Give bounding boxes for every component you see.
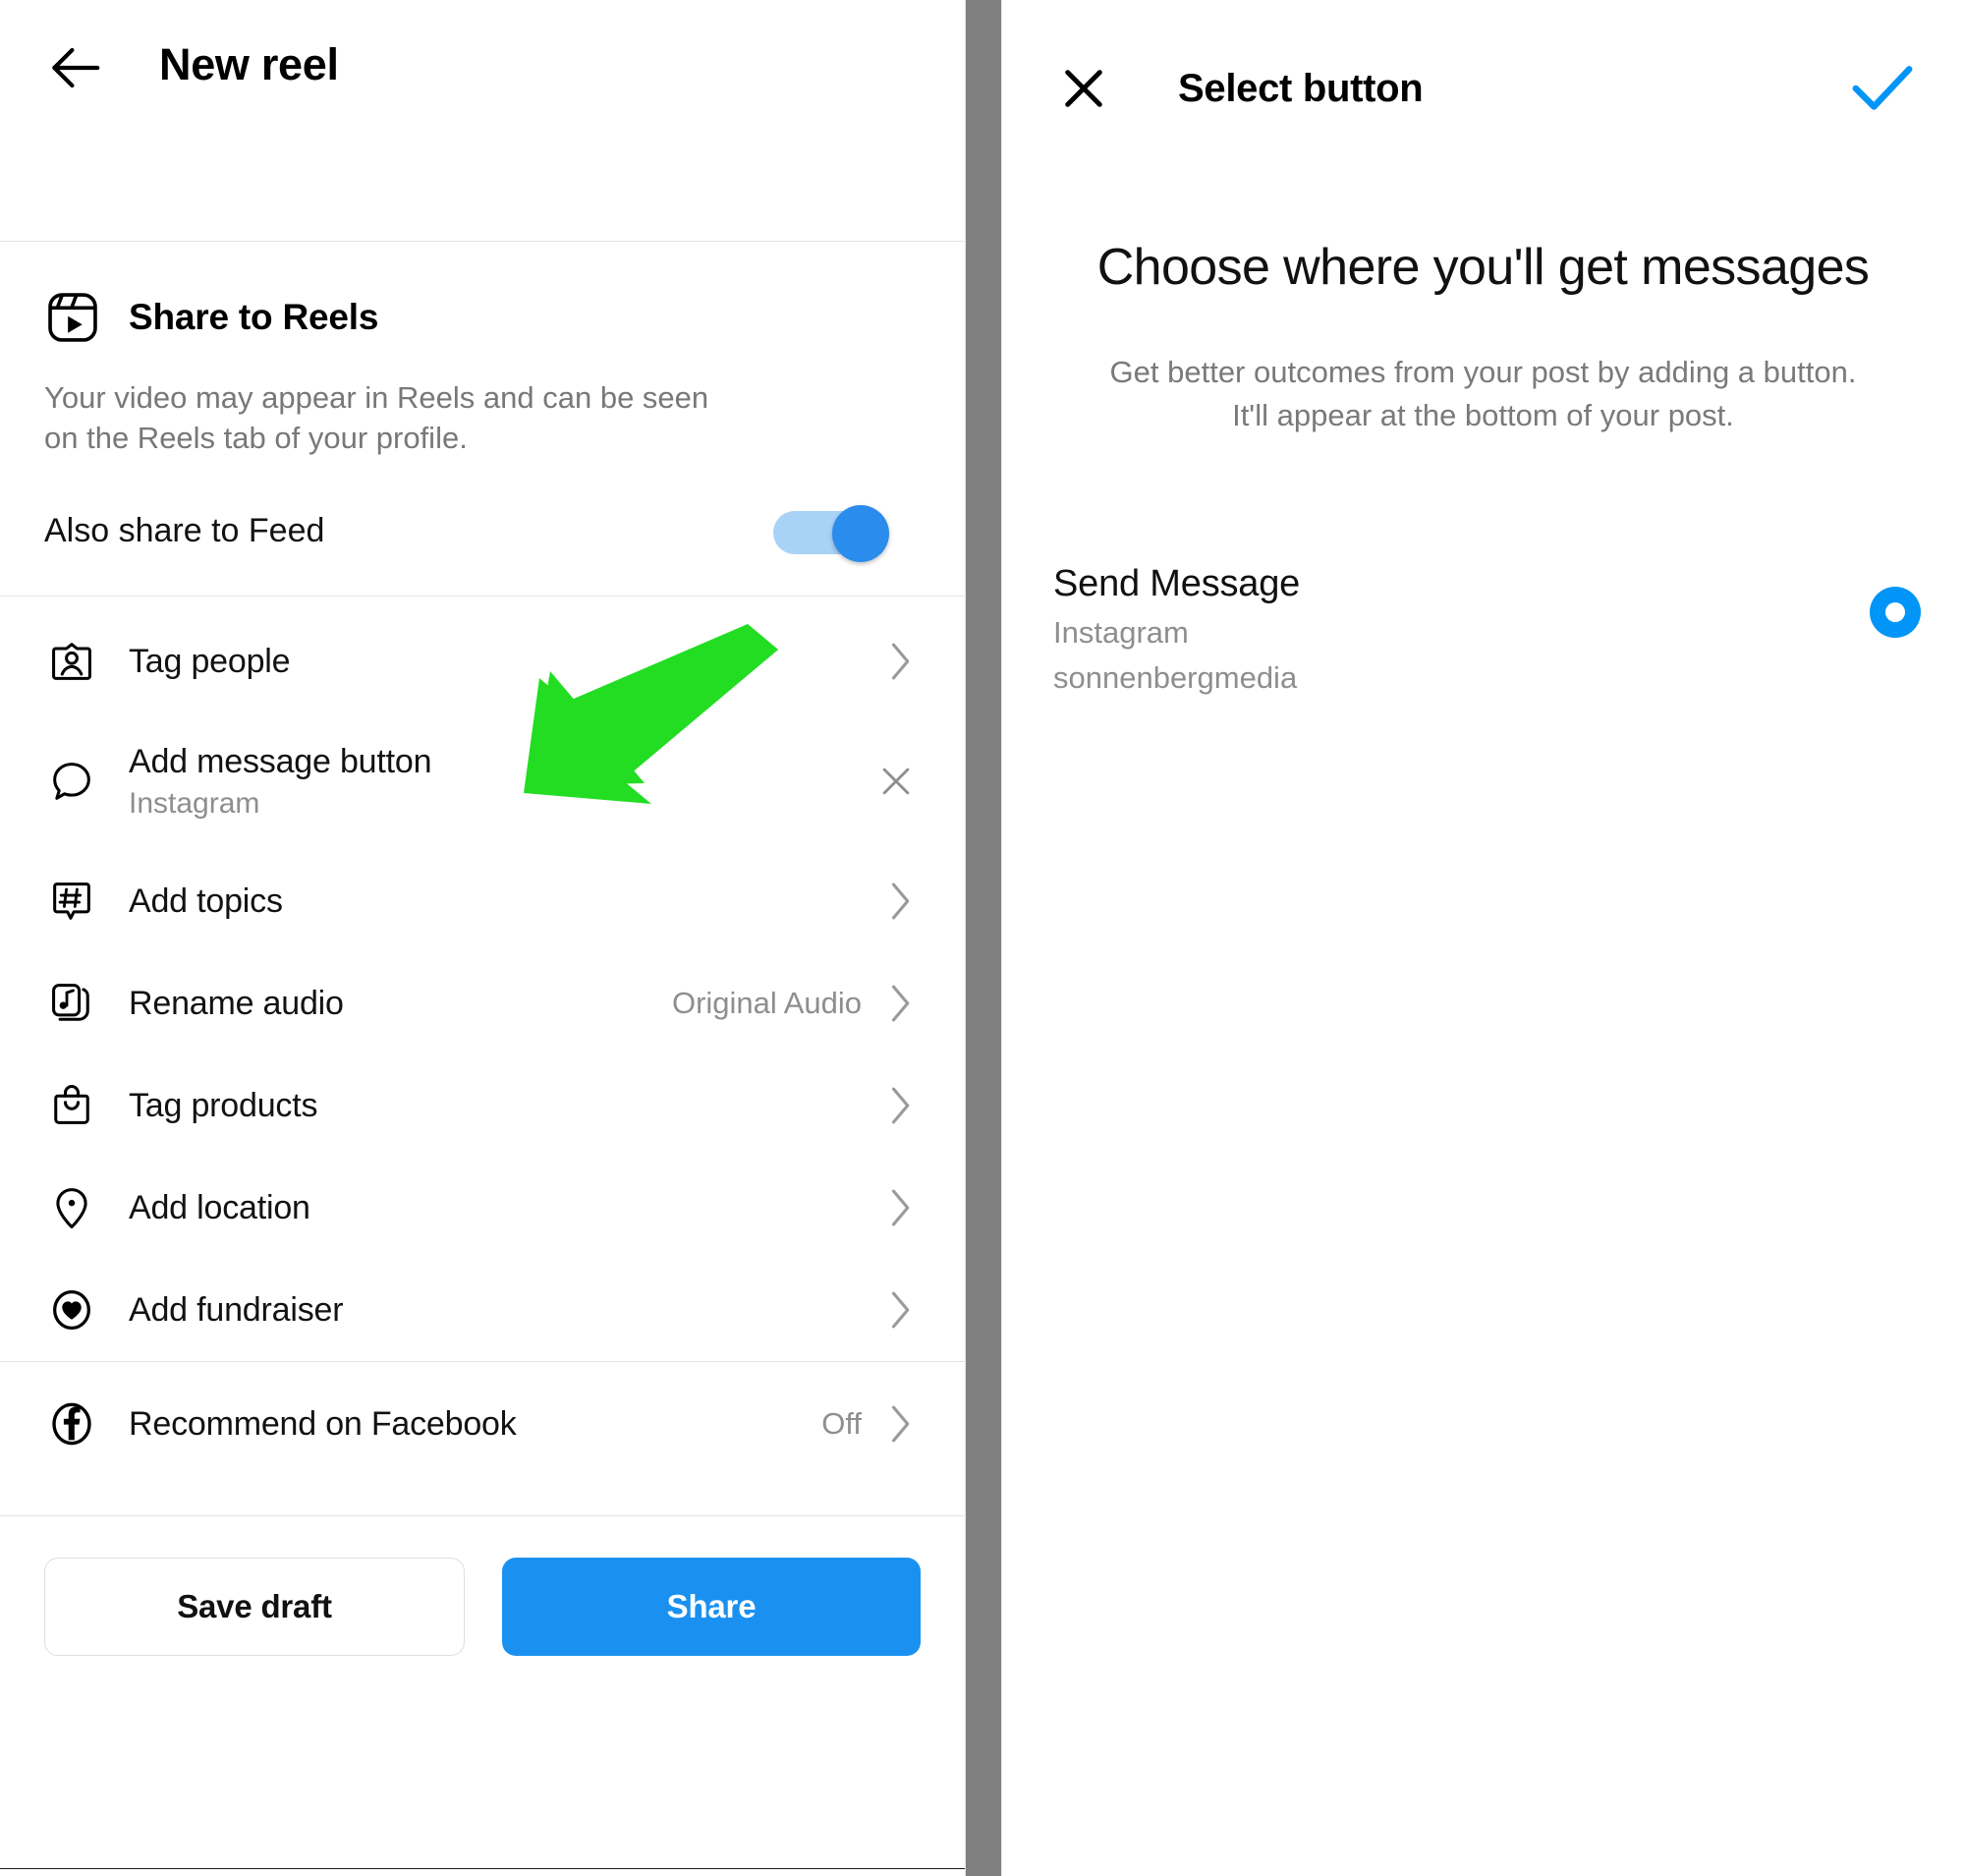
- menu-item-add-location[interactable]: Add location: [44, 1157, 921, 1259]
- share-to-reels-title: Share to Reels: [129, 297, 379, 337]
- menu-item-text: Rename audio: [129, 985, 672, 1023]
- also-share-to-feed-label: Also share to Feed: [44, 511, 325, 549]
- menu-item-recommend-on-facebook[interactable]: Recommend on Facebook Off: [44, 1362, 921, 1486]
- hero-subtitle: Get better outcomes from your post by ad…: [1109, 355, 1857, 433]
- chevron-right-icon[interactable]: [887, 1085, 913, 1126]
- share-button[interactable]: Share: [502, 1558, 921, 1657]
- menu-item-label: Recommend on Facebook: [129, 1404, 517, 1443]
- panel-divider: [966, 0, 1001, 1876]
- reels-icon: [48, 293, 97, 342]
- menu-item-text: Tag people: [129, 643, 887, 681]
- close-icon[interactable]: [877, 763, 915, 800]
- close-icon[interactable]: [1056, 61, 1111, 116]
- radio-button-selected[interactable]: [1870, 587, 1921, 639]
- option-platform: Instagram: [1053, 615, 1189, 651]
- tag-people-icon: [44, 634, 99, 689]
- chevron-right-icon[interactable]: [887, 1187, 913, 1228]
- hero-heading: Choose where you'll get messages: [1096, 239, 1870, 296]
- menu-item-tag-products[interactable]: Tag products: [44, 1054, 921, 1157]
- hero-block: Choose where you'll get messages Get bet…: [1002, 177, 1964, 437]
- save-draft-button[interactable]: Save draft: [44, 1558, 465, 1657]
- menu-item-label: Add location: [129, 1188, 310, 1226]
- menu-item-text: Tag products: [129, 1087, 887, 1125]
- back-arrow-icon[interactable]: [44, 37, 105, 98]
- action-buttons: Save draft Share: [0, 1516, 965, 1657]
- dual-screenshot-composite: New reel Share to Reels Your video may a…: [0, 0, 1964, 1876]
- chevron-right-icon[interactable]: [887, 1289, 913, 1331]
- menu-item-text: Add message button Instagram: [129, 743, 877, 821]
- message-bubble-icon: [44, 754, 99, 809]
- also-share-to-feed-row[interactable]: Also share to Feed: [44, 505, 921, 563]
- share-to-reels-description: Your video may appear in Reels and can b…: [44, 380, 709, 456]
- facebook-section: Recommend on Facebook Off: [0, 1362, 965, 1486]
- facebook-icon: [44, 1396, 99, 1451]
- reel-options-menu: Tag people Add message button Instagram: [0, 597, 965, 1361]
- audio-note-icon: [44, 976, 99, 1031]
- menu-item-value: Off: [821, 1406, 862, 1442]
- chevron-right-icon[interactable]: [887, 881, 913, 922]
- bottom-edge: [0, 1868, 965, 1876]
- menu-item-add-message-button[interactable]: Add message button Instagram: [44, 712, 921, 850]
- menu-item-text: Add topics: [129, 882, 887, 921]
- page-title: Select button: [1178, 66, 1424, 110]
- option-title: Send Message: [1053, 563, 1301, 605]
- menu-item-text: Add location: [129, 1189, 887, 1227]
- check-icon[interactable]: [1850, 64, 1915, 113]
- location-pin-icon: [44, 1180, 99, 1235]
- menu-item-value: Original Audio: [671, 986, 862, 1021]
- menu-item-label: Tag products: [129, 1086, 318, 1124]
- radio-inner-dot: [1885, 602, 1905, 623]
- left-nav-bar: New reel: [0, 0, 965, 241]
- option-send-message[interactable]: Send Message Instagram sonnenbergmedia: [1002, 563, 1964, 696]
- chevron-right-icon[interactable]: [887, 641, 913, 682]
- menu-item-tag-people[interactable]: Tag people: [44, 610, 921, 712]
- chevron-right-icon[interactable]: [887, 983, 913, 1024]
- menu-item-label: Add fundraiser: [129, 1290, 344, 1329]
- select-button-screen: Select button Choose where you'll get me…: [1001, 0, 1964, 1876]
- share-to-reels-header: Share to Reels: [44, 289, 921, 346]
- menu-item-rename-audio[interactable]: Rename audio Original Audio: [44, 952, 921, 1054]
- toggle-knob: [832, 505, 889, 563]
- hashtag-icon: [44, 874, 99, 929]
- option-account: sonnenbergmedia: [1053, 660, 1298, 696]
- menu-item-label: Add topics: [129, 881, 283, 920]
- menu-item-label: Rename audio: [129, 984, 344, 1022]
- also-share-to-feed-toggle[interactable]: [773, 505, 889, 563]
- menu-item-label: Add message button: [129, 742, 432, 780]
- menu-item-subtitle: Instagram: [129, 786, 260, 820]
- shopping-bag-icon: [44, 1078, 99, 1133]
- right-nav-bar: Select button: [1002, 0, 1964, 177]
- menu-item-add-fundraiser[interactable]: Add fundraiser: [44, 1259, 921, 1361]
- option-text: Send Message Instagram sonnenbergmedia: [1053, 563, 1870, 696]
- fundraiser-heart-icon: [44, 1282, 99, 1337]
- menu-item-label: Tag people: [129, 642, 291, 680]
- new-reel-screen: New reel Share to Reels Your video may a…: [0, 0, 966, 1876]
- share-to-reels-section: Share to Reels Your video may appear in …: [0, 242, 965, 596]
- menu-item-text: Add fundraiser: [129, 1291, 887, 1330]
- page-title: New reel: [159, 39, 339, 89]
- menu-item-add-topics[interactable]: Add topics: [44, 850, 921, 952]
- menu-item-text: Recommend on Facebook: [129, 1405, 821, 1444]
- chevron-right-icon[interactable]: [887, 1403, 913, 1445]
